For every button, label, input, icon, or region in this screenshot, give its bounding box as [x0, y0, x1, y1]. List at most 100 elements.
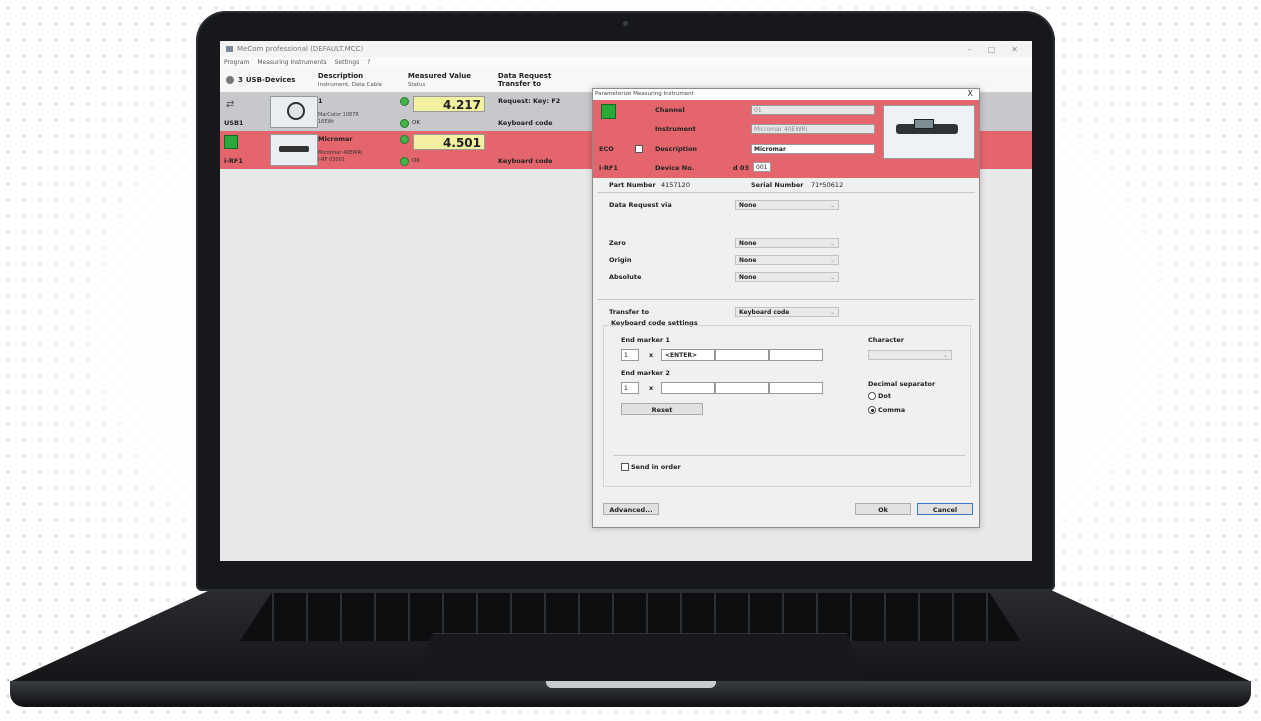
close-button[interactable]: ✕	[1011, 45, 1018, 54]
data-request-selected: None	[739, 202, 757, 209]
col-status: Status	[407, 82, 426, 88]
zero-selected: None	[739, 240, 757, 247]
menu-settings[interactable]: Settings	[335, 59, 360, 66]
measured-value: 4.217	[413, 96, 485, 112]
chevron-down-icon: ⌄	[829, 274, 835, 281]
end-marker-2-field-3[interactable]	[769, 382, 823, 394]
absolute-select[interactable]: None ⌄	[735, 272, 839, 282]
window-title: MeCom professional (DEFAULT.MCC)	[237, 45, 364, 53]
menu-measuring-instruments[interactable]: Measuring Instruments	[257, 59, 326, 66]
dot-label: Dot	[878, 392, 891, 400]
character-select[interactable]: ⌄	[868, 350, 952, 360]
end-marker-2-field-1[interactable]	[661, 382, 715, 394]
device-detail: MarCator 1087R	[318, 112, 359, 118]
data-request-select[interactable]: None ⌄	[735, 200, 839, 210]
advanced-button[interactable]: Advanced...	[603, 503, 659, 515]
comma-radio-indicator	[868, 406, 876, 414]
origin-selected: None	[739, 257, 757, 264]
transfer-to-selected: Keyboard code	[739, 309, 790, 316]
device-no-label: Device No.	[655, 164, 695, 172]
end-marker-1-field-1[interactable]: <ENTER>	[661, 349, 715, 361]
dial-indicator-thumbnail	[270, 96, 318, 128]
absolute-selected: None	[739, 274, 757, 281]
micrometer-icon	[279, 146, 309, 152]
device-no-prefix: d 03	[733, 164, 749, 172]
instrument-label: Instrument	[655, 125, 696, 133]
menu-program[interactable]: Program	[224, 59, 249, 66]
zero-label: Zero	[609, 239, 626, 247]
app-window: MeCom professional (DEFAULT.MCC) – □ ✕ P…	[220, 41, 1032, 561]
chevron-down-icon: ⌄	[829, 202, 835, 209]
trackpad	[410, 633, 870, 688]
device-no-field[interactable]: 001	[753, 162, 771, 172]
description-field[interactable]: Micromar	[751, 144, 875, 154]
minimize-button[interactable]: –	[968, 45, 972, 54]
serial-number-label: Serial Number	[751, 181, 804, 189]
lid-opening-notch	[546, 681, 716, 688]
menu-bar: Program Measuring Instruments Settings ?	[220, 57, 1032, 68]
end-marker-2-x: x	[649, 384, 654, 392]
data-request: Request: Key: F2	[498, 97, 561, 105]
status-text: OK	[412, 158, 420, 164]
parameterize-dialog: Parameterize Measuring Instrument X Chan…	[592, 88, 980, 528]
measured-value: 4.501	[413, 134, 485, 150]
status-ok-icon	[400, 119, 409, 128]
title-bar: MeCom professional (DEFAULT.MCC) – □ ✕	[220, 41, 1032, 57]
end-marker-2-field-2[interactable]	[715, 382, 769, 394]
dialog-close-button[interactable]: X	[968, 89, 973, 98]
dot-radio[interactable]: Dot	[868, 392, 891, 400]
transfer-to: Keyboard code	[498, 157, 553, 165]
device-detail-2: 16EWr	[318, 119, 335, 125]
chevron-down-icon: ⌄	[942, 352, 948, 359]
character-label: Character	[868, 336, 904, 344]
chevron-down-icon: ⌄	[829, 240, 835, 247]
eco-checkbox[interactable]	[635, 145, 643, 153]
comma-radio[interactable]: Comma	[868, 406, 905, 414]
decimal-separator-label: Decimal separator	[868, 380, 936, 388]
wireless-icon	[601, 104, 616, 119]
status-ok-icon	[400, 97, 409, 106]
send-in-order-checkbox[interactable]: Send in order	[621, 463, 681, 471]
micrometer-thumbnail	[270, 134, 318, 166]
transfer-to-label: Transfer to	[609, 308, 650, 316]
col-description: Description	[317, 72, 364, 80]
device-count: 3	[238, 76, 243, 84]
end-marker-2-count[interactable]: 1	[621, 382, 639, 394]
data-request-label: Data Request via	[609, 201, 672, 209]
laptop-base	[10, 585, 1251, 711]
end-marker-1-count[interactable]: 1	[621, 349, 639, 361]
col-description-sub: Instrument, Data Cable	[317, 82, 383, 88]
instrument-field: Micromar 40EWRi	[751, 124, 875, 134]
irf-label: i-RF1	[599, 164, 618, 172]
usb-icon: ⇄	[226, 99, 235, 110]
origin-select[interactable]: None ⌄	[735, 255, 839, 265]
device-detail: Micromar 40EWRi	[318, 150, 363, 156]
laptop-lid: MeCom professional (DEFAULT.MCC) – □ ✕ P…	[196, 11, 1055, 591]
part-number-label: Part Number	[609, 181, 656, 189]
status-ok-icon	[400, 135, 409, 144]
devices-icon	[226, 76, 234, 84]
transfer-to-select[interactable]: Keyboard code ⌄	[735, 307, 839, 317]
dot-radio-indicator	[868, 392, 876, 400]
end-marker-1-x: x	[649, 351, 654, 359]
device-port: USB1	[224, 119, 244, 127]
col-transfer-to: Transfer to	[497, 80, 542, 88]
reset-button[interactable]: Reset	[621, 403, 703, 415]
serial-number-value: 71*50612	[811, 181, 844, 189]
end-marker-1-field-2[interactable]	[715, 349, 769, 361]
instrument-image	[883, 105, 975, 159]
maximize-button[interactable]: □	[988, 45, 996, 54]
divider	[597, 299, 975, 300]
end-marker-2-label: End marker 2	[621, 369, 670, 377]
wireless-icon	[224, 135, 238, 149]
status-text: OK	[412, 120, 420, 126]
menu-help[interactable]: ?	[367, 59, 370, 66]
channel-label: Channel	[655, 106, 685, 114]
dialog-title: Parameterize Measuring Instrument	[593, 89, 979, 100]
cancel-button[interactable]: Cancel	[917, 503, 973, 515]
device-detail-2: i-RF 03001	[318, 157, 346, 163]
col-measured-value: Measured Value	[407, 72, 471, 80]
ok-button[interactable]: Ok	[855, 503, 911, 515]
end-marker-1-field-3[interactable]	[769, 349, 823, 361]
zero-select[interactable]: None ⌄	[735, 238, 839, 248]
